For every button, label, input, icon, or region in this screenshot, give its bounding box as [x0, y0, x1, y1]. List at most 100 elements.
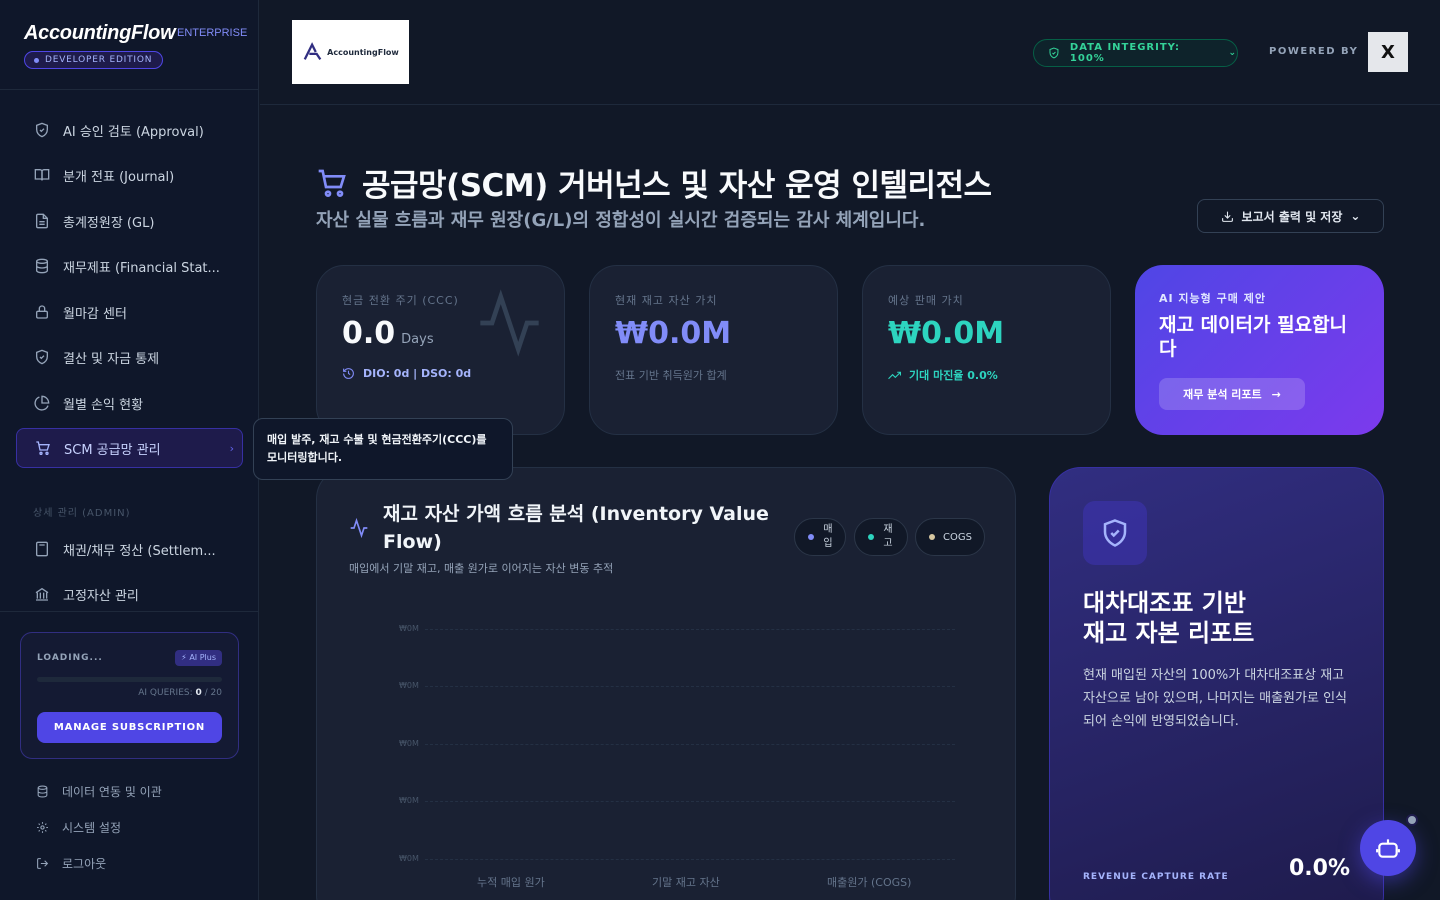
balance-sheet-description: 현재 매입된 자산의 100%가 대차대조표상 재고 자산으로 남아 있으며, … — [1083, 668, 1347, 729]
x-tick-label: 매출원가 (COGS) — [827, 876, 912, 889]
brand: AccountingFlow ENTERPRISE DEVELOPER EDIT… — [24, 22, 247, 69]
sidebar-item-closing-control[interactable]: 결산 및 자금 통제 — [16, 337, 243, 377]
sidebar-item-monthly-pl[interactable]: 월별 손익 현황 — [16, 383, 243, 423]
shield-check-icon — [1083, 501, 1147, 565]
ai-queries: AI QUERIES: 0 / 20 — [138, 688, 222, 698]
edition-badge: DEVELOPER EDITION — [24, 51, 164, 69]
cart-icon — [34, 439, 52, 457]
kpi-value: 0.0 Days — [342, 316, 434, 351]
powered-by-label: POWERED BY — [1269, 46, 1359, 57]
chevron-right-icon: › — [229, 441, 234, 455]
ai-assistant-button[interactable] — [1360, 820, 1416, 876]
footer-item-logout[interactable]: 로그아웃 — [36, 853, 106, 873]
sidebar-item-label: 채권/채무 정산 (Settlem... — [63, 543, 216, 559]
chart-subtitle: 매입에서 기말 재고, 매출 원가로 이어지는 자산 변동 추적 — [349, 562, 614, 575]
x-tick-label: 기말 재고 자산 — [652, 876, 720, 889]
sidebar-item-scm[interactable]: SCM 공급망 관리 › — [16, 428, 243, 468]
kpi-label: 예상 판매 가치 — [888, 294, 964, 307]
legend-dot — [929, 534, 935, 540]
shield-check-icon — [33, 348, 51, 366]
logout-icon — [36, 857, 50, 870]
chart-title: 재고 자산 가액 흐름 분석 (Inventory Value Flow) — [383, 503, 769, 553]
y-tick-label: ₩0M — [399, 796, 419, 805]
arrow-right-icon: → — [1271, 387, 1281, 401]
sidebar-item-financial-statements[interactable]: 재무제표 (Financial Stat... — [16, 246, 243, 286]
logo-text: AccountingFlow — [327, 47, 399, 57]
export-report-button[interactable]: 보고서 출력 및 저장 ⌄ — [1197, 199, 1384, 233]
kpi-card-ai-suggestion: AI 지능형 구매 제안 재고 데이터가 필요합니다 재무 분석 리포트 → — [1135, 265, 1384, 435]
calculator-icon — [33, 540, 51, 558]
footer-item-label: 데이터 연동 및 이관 — [62, 784, 162, 799]
footer-item-data-sync[interactable]: 데이터 연동 및 이관 — [36, 781, 162, 801]
usage-bar — [37, 677, 222, 682]
legend-item-cogs[interactable]: COGS — [915, 518, 985, 556]
legend-item-purchase[interactable]: 매입 — [794, 518, 846, 556]
financial-report-button[interactable]: 재무 분석 리포트 → — [1159, 378, 1305, 410]
legend-dot — [868, 534, 874, 540]
pie-chart-icon — [33, 394, 51, 412]
grid-line — [425, 686, 955, 687]
sidebar-tooltip: 매입 발주, 재고 수불 및 현금전환주기(CCC)를 모니터링합니다. — [253, 418, 513, 480]
revenue-capture-label: REVENUE CAPTURE RATE — [1083, 872, 1229, 882]
sidebar-item-settlement[interactable]: 채권/채무 정산 (Settlem... — [16, 529, 243, 569]
grid-line — [425, 859, 955, 860]
robot-icon — [1376, 839, 1400, 858]
sidebar-item-gl[interactable]: 총계정원장 (GL) — [16, 201, 243, 241]
grid-line — [425, 744, 955, 745]
sidebar-item-label: 분개 전표 (Journal) — [63, 169, 175, 185]
page-title: 공급망(SCM) 거버넌스 및 자산 운영 인텔리전스 — [362, 168, 992, 204]
sidebar-item-approval[interactable]: AI 승인 검토 (Approval) — [16, 110, 243, 150]
sidebar-item-journal[interactable]: 분개 전표 (Journal) — [16, 155, 243, 195]
footer-item-settings[interactable]: 시스템 설정 — [36, 817, 121, 837]
top-bar: AccountingFlow DATA INTEGRITY: 100% ⌄ PO… — [260, 0, 1440, 105]
kpi-label: 현금 전환 주기 (CCC) — [342, 294, 459, 307]
ai-card-label: AI 지능형 구매 제안 — [1159, 292, 1266, 305]
company-logo: AccountingFlow — [292, 20, 409, 84]
kpi-card-sales: 예상 판매 가치 ₩0.0M 기대 마진율 0.0% — [862, 265, 1111, 435]
inventory-flow-chart-panel: 재고 자산 가액 흐름 분석 (Inventory Value Flow) 매입… — [316, 467, 1016, 900]
legend-item-inventory[interactable]: 재고 — [854, 518, 908, 556]
gear-icon — [36, 821, 50, 834]
balance-sheet-title: 대차대조표 기반 재고 자본 리포트 — [1083, 589, 1255, 647]
chevron-down-icon: ⌄ — [1350, 209, 1361, 223]
activity-icon — [480, 289, 539, 357]
sidebar-item-label: 재무제표 (Financial Stat... — [63, 260, 220, 276]
subscription-status: LOADING... — [37, 653, 103, 663]
page-subtitle: 자산 실물 흐름과 재무 원장(G/L)의 정합성이 실시간 검증되는 감사 체… — [316, 210, 926, 231]
history-icon — [343, 368, 354, 379]
download-icon — [1221, 211, 1233, 222]
sidebar-item-fixed-assets[interactable]: 고정자산 관리 — [16, 574, 243, 614]
section-label-admin: 상세 관리 (ADMIN) — [33, 508, 131, 519]
sidebar-item-label: 월별 손익 현황 — [63, 397, 144, 413]
database-icon — [36, 785, 50, 798]
bank-icon — [33, 585, 51, 603]
balance-sheet-panel: 대차대조표 기반 재고 자본 리포트 현재 매입된 자산의 100%가 대차대조… — [1049, 467, 1384, 900]
sidebar-item-month-close[interactable]: 월마감 센터 — [16, 292, 243, 332]
grid-line — [425, 801, 955, 802]
sidebar-item-label: AI 승인 검토 (Approval) — [63, 124, 204, 140]
data-integrity-badge[interactable]: DATA INTEGRITY: 100% ⌄ — [1033, 39, 1238, 67]
ai-plus-badge: ⚡ AI Plus — [175, 650, 222, 666]
kpi-note: 기대 마진율 0.0% — [888, 367, 998, 383]
sidebar-item-label: 결산 및 자금 통제 — [63, 351, 160, 367]
sidebar-item-label: SCM 공급망 관리 — [64, 442, 161, 458]
shield-icon — [1049, 47, 1059, 59]
partner-logo: X — [1368, 32, 1408, 72]
logo-mark-icon — [303, 42, 322, 60]
lock-icon — [33, 303, 51, 321]
shield-check-icon — [33, 121, 51, 139]
grid-line — [425, 629, 955, 630]
y-tick-label: ₩0M — [399, 624, 419, 633]
sidebar-item-label: 고정자산 관리 — [63, 588, 139, 604]
manage-subscription-button[interactable]: MANAGE SUBSCRIPTION — [37, 712, 222, 743]
y-tick-label: ₩0M — [399, 739, 419, 748]
x-tick-label: 누적 매입 원가 — [477, 876, 545, 889]
kpi-value: ₩0.0M — [615, 316, 732, 351]
subscription-card: LOADING... ⚡ AI Plus AI QUERIES: 0 / 20 … — [20, 632, 239, 759]
divider — [0, 611, 259, 612]
kpi-label: 현재 재고 자산 가치 — [615, 294, 718, 307]
sidebar: AccountingFlow ENTERPRISE DEVELOPER EDIT… — [0, 0, 259, 900]
activity-icon — [350, 518, 368, 538]
ai-card-headline: 재고 데이터가 필요합니다 — [1159, 314, 1348, 360]
document-icon — [33, 212, 51, 230]
